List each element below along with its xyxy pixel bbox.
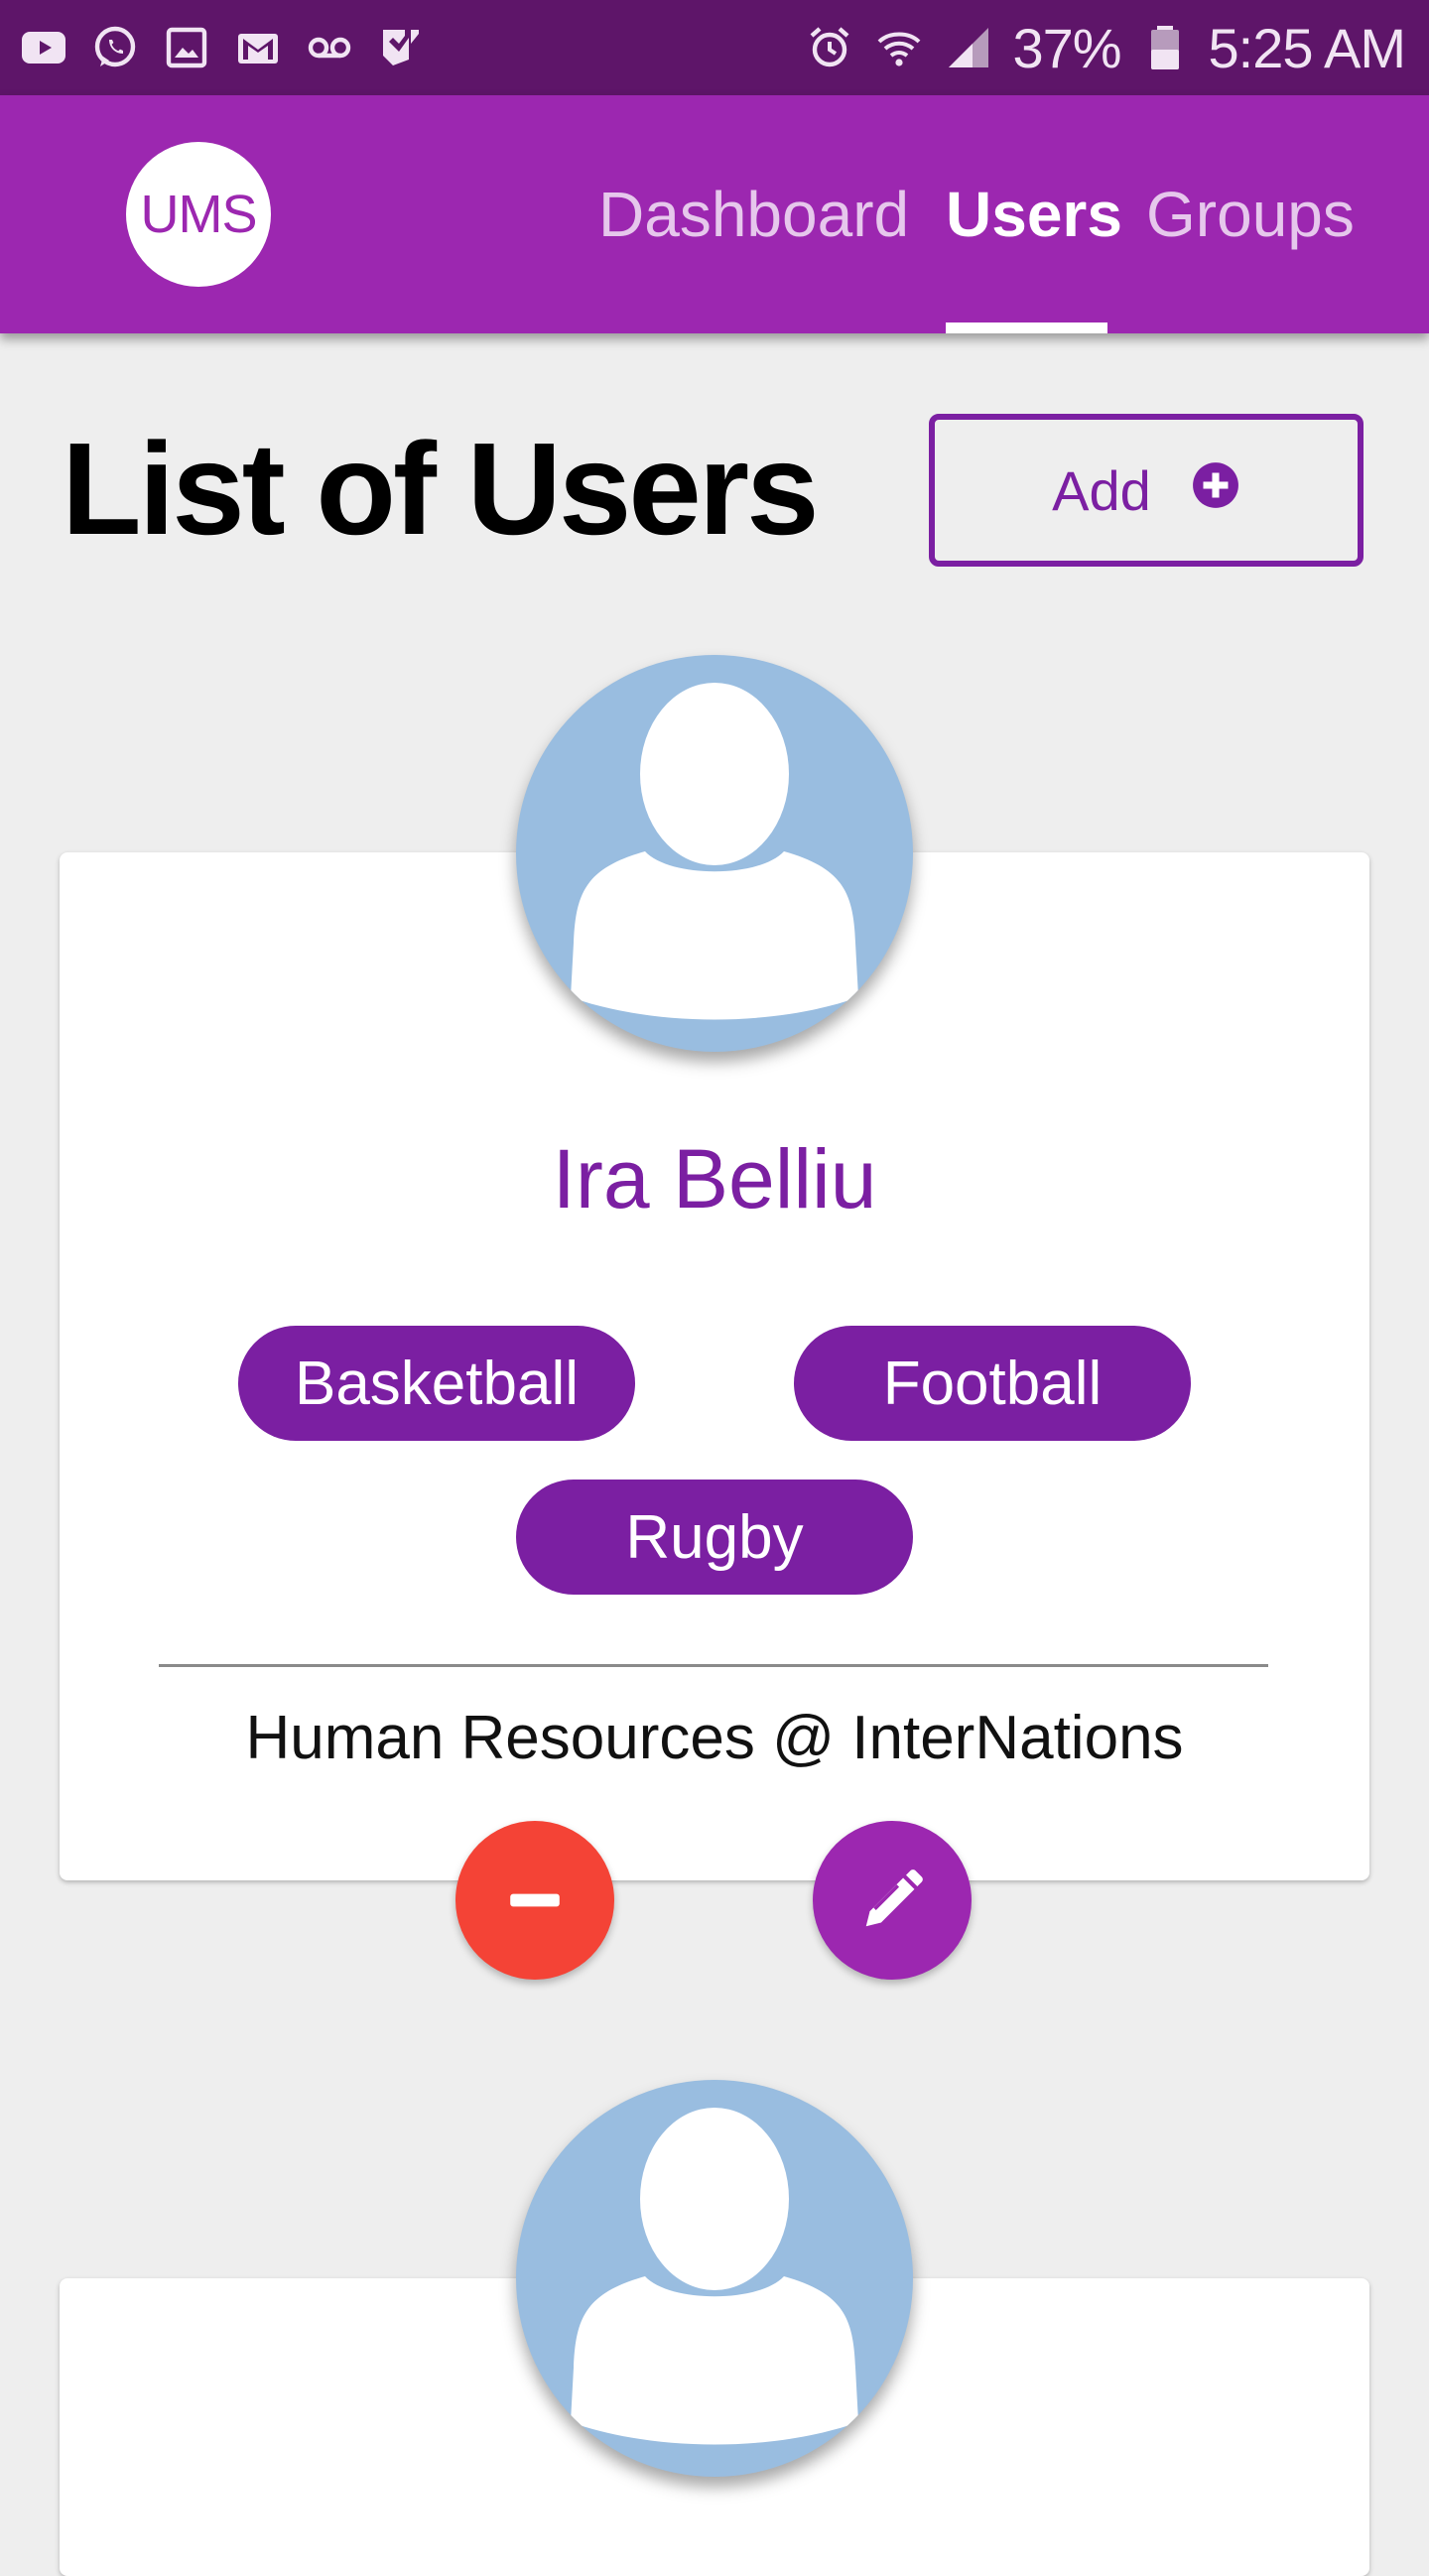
notification-icons (18, 22, 427, 73)
interest-tag: Rugby (516, 1480, 913, 1595)
whatsapp-icon (89, 22, 141, 73)
battery-percent: 37% (1012, 16, 1121, 79)
app-bar: UMS Dashboard Users Groups (0, 95, 1429, 333)
youtube-icon (18, 22, 69, 73)
task-check-icon (375, 22, 427, 73)
pencil-icon (865, 1869, 923, 1927)
wifi-icon (873, 22, 925, 73)
gallery-icon (161, 22, 212, 73)
system-status: 37% 5:25 AM (804, 14, 1406, 81)
delete-user-button[interactable] (455, 1821, 614, 1980)
user-avatar (516, 655, 913, 1052)
add-user-button[interactable]: Add (929, 414, 1364, 567)
user-company: Human Resources @ InterNations (245, 1704, 1184, 1772)
person-silhouette-icon (571, 683, 858, 1020)
voicemail-icon (304, 22, 355, 73)
signal-icon (943, 22, 994, 73)
page-title: List of Users (62, 416, 820, 562)
edit-user-button[interactable] (813, 1821, 972, 1980)
alarm-icon (804, 22, 855, 73)
clock: 5:25 AM (1208, 16, 1406, 79)
nav-users[interactable]: Users (946, 95, 1122, 333)
nav-groups[interactable]: Groups (1146, 95, 1355, 333)
interest-tag: Basketball (238, 1326, 635, 1441)
nav-dashboard[interactable]: Dashboard (598, 95, 909, 333)
active-tab-indicator (946, 322, 1107, 333)
card-divider (159, 1664, 1268, 1667)
gmail-icon (232, 22, 284, 73)
interest-tag: Football (794, 1326, 1191, 1441)
user-name[interactable]: Ira Belliu (0, 1131, 1429, 1227)
user-avatar (516, 2080, 913, 2477)
minus-icon (510, 1893, 560, 1907)
plus-circle-icon (1191, 458, 1240, 523)
add-button-label: Add (1052, 458, 1151, 522)
person-silhouette-icon (571, 2108, 858, 2445)
battery-icon (1139, 22, 1191, 73)
app-logo[interactable]: UMS (126, 142, 271, 287)
status-bar: 37% 5:25 AM (0, 0, 1429, 95)
